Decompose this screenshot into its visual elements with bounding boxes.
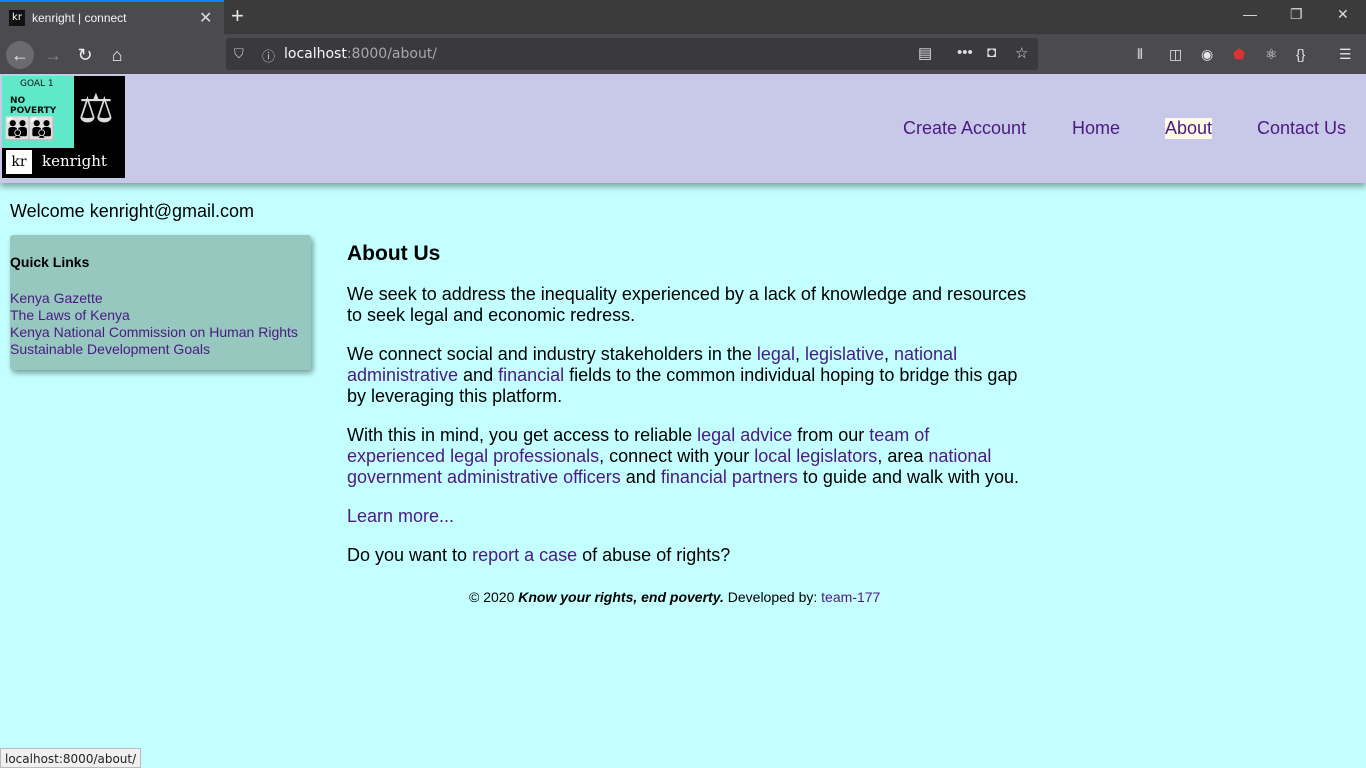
close-tab-icon[interactable]: ✕ (199, 8, 212, 28)
minimize-icon[interactable]: — (1243, 6, 1257, 22)
logo-name: kenright (42, 152, 107, 170)
tab-favicon-icon: kr (9, 10, 25, 26)
footer-team-link[interactable]: team-177 (821, 589, 880, 605)
url-text[interactable]: localhost:8000/about/ (284, 46, 437, 62)
link-legislative[interactable]: legislative (805, 344, 884, 364)
ublock-icon[interactable]: ⬟ (1233, 46, 1245, 63)
nav-about[interactable]: About (1165, 118, 1213, 139)
link-financial[interactable]: financial (498, 365, 564, 385)
link-legal[interactable]: legal (757, 344, 795, 364)
about-content: About Us We seek to address the inequali… (347, 243, 1027, 584)
restore-icon[interactable]: ❐ (1290, 6, 1303, 23)
home-icon[interactable]: ⌂ (103, 41, 131, 69)
people-icon: 👪👪 (4, 116, 56, 141)
nav-contact-us[interactable]: Contact Us (1257, 118, 1346, 139)
page-title: About Us (347, 242, 441, 265)
sidebar-icon[interactable]: ◫ (1169, 46, 1182, 63)
quick-links-title: Quick Links (10, 254, 90, 270)
about-paragraph-3: With this in mind, you get access to rel… (347, 425, 1020, 487)
logo-kr-mark: kr (6, 150, 32, 174)
sdg-goal-graphic: GOAL 1 NO POVERTY 👪👪 (2, 76, 74, 148)
quick-links-panel: Quick Links Kenya Gazette The Laws of Ke… (10, 235, 311, 370)
react-devtools-icon[interactable]: ⚛ (1265, 46, 1278, 63)
scales-of-justice-icon: ⚖ (78, 87, 114, 131)
nav-create-account[interactable]: Create Account (903, 118, 1026, 139)
nav-home[interactable]: Home (1072, 118, 1120, 139)
link-local-legislators[interactable]: local legislators (754, 446, 877, 466)
about-paragraph-4: Do you want to report a case of abuse of… (347, 545, 731, 565)
url-bar[interactable]: ⛉ ⓘ localhost:8000/about/ ▤ ••• ◘ ☆ (226, 38, 1038, 70)
site-header: GOAL 1 NO POVERTY 👪👪 ⚖ kr kenright Creat… (0, 74, 1366, 183)
quick-link-knchr[interactable]: Kenya National Commission on Human Right… (10, 324, 298, 340)
window-close-icon[interactable]: ✕ (1337, 6, 1349, 23)
site-footer: © 2020 Know your rights, end poverty. De… (469, 589, 881, 605)
logo-goal-text: GOAL 1 (20, 79, 54, 89)
back-icon[interactable]: ← (6, 41, 34, 69)
bookmark-star-icon[interactable]: ☆ (1015, 44, 1028, 62)
forward-icon[interactable]: → (39, 41, 67, 69)
quick-link-kenya-gazette[interactable]: Kenya Gazette (10, 290, 103, 306)
logo-poverty-text: NO POVERTY (10, 96, 57, 116)
about-paragraph-2: We connect social and industry stakehold… (347, 344, 1018, 406)
tab-title: kenright | connect (32, 11, 127, 25)
welcome-message: Welcome kenright@gmail.com (10, 201, 255, 221)
status-url-bar: localhost:8000/about/ (0, 748, 142, 768)
link-report-case[interactable]: report a case (472, 545, 577, 565)
browser-tab[interactable]: kr kenright | connect ✕ (0, 0, 224, 34)
learn-more-link[interactable]: Learn more... (347, 506, 454, 526)
new-tab-icon[interactable]: + (231, 3, 244, 29)
account-icon[interactable]: ◉ (1201, 46, 1213, 63)
info-icon[interactable]: ⓘ (262, 46, 275, 65)
json-viewer-icon[interactable]: {} (1296, 46, 1305, 62)
more-actions-icon[interactable]: ••• (957, 44, 973, 61)
about-paragraph-1: We seek to address the inequality experi… (347, 284, 1027, 325)
browser-tab-bar: kr kenright | connect ✕ + — ❐ ✕ (0, 0, 1366, 34)
reload-icon[interactable]: ↻ (71, 41, 99, 69)
site-logo[interactable]: GOAL 1 NO POVERTY 👪👪 ⚖ kr kenright (2, 76, 125, 178)
pocket-icon[interactable]: ◘ (987, 44, 996, 61)
reader-view-icon[interactable]: ▤ (918, 44, 932, 62)
library-icon[interactable]: ⫴ (1137, 46, 1143, 63)
menu-icon[interactable]: ☰ (1339, 46, 1352, 63)
shield-icon[interactable]: ⛉ (234, 46, 244, 62)
quick-link-sdgs[interactable]: Sustainable Development Goals (10, 341, 210, 357)
link-financial-partners[interactable]: financial partners (661, 467, 798, 487)
browser-nav-bar: ← → ↻ ⌂ ⛉ ⓘ localhost:8000/about/ ▤ ••• … (0, 34, 1366, 74)
footer-tagline: Know your rights, end poverty. (518, 589, 724, 605)
quick-link-laws-of-kenya[interactable]: The Laws of Kenya (10, 307, 130, 323)
link-legal-advice[interactable]: legal advice (697, 425, 792, 445)
